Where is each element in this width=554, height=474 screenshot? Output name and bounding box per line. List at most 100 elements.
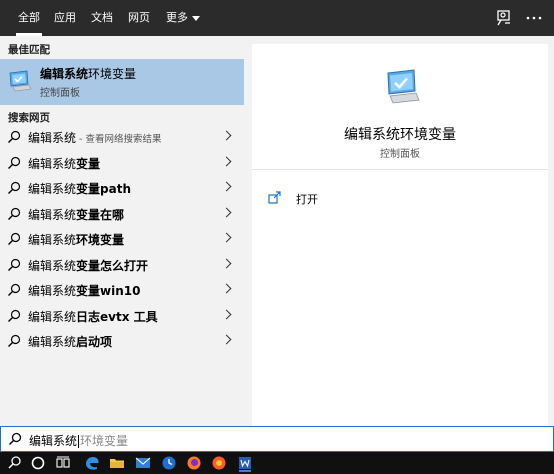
search-query: 编辑系统 环境变量 <box>29 432 128 449</box>
word-icon[interactable] <box>236 454 254 472</box>
results-pane: 最佳匹配 编辑系统环境变量 控制面板 搜索网页 编辑系统 - 查看网络搜索结果编… <box>0 36 244 426</box>
web-suggestion-item[interactable]: 编辑系统变量在哪 <box>0 201 244 227</box>
web-suggestion-item[interactable]: 编辑系统变量 <box>0 150 244 176</box>
text-caret <box>78 435 80 448</box>
suggestion-plain: 编辑系统 <box>28 284 77 298</box>
tab-apps[interactable]: 应用 <box>46 0 84 36</box>
web-suggestion-item[interactable]: 编辑系统变量path <box>0 175 244 201</box>
search-autocomplete: 环境变量 <box>80 434 129 448</box>
monitor-check-icon <box>9 70 32 92</box>
web-suggestion-item[interactable]: 编辑系统启动项 <box>0 328 244 354</box>
monitor-check-icon <box>387 69 420 104</box>
mail-icon[interactable] <box>134 454 152 472</box>
tab-all-label: 全部 <box>18 11 40 24</box>
tab-all[interactable]: 全部 <box>10 0 48 36</box>
search-icon <box>8 181 21 194</box>
firefox-icon[interactable] <box>185 454 203 472</box>
suggestion-bold: 变量怎么打开 <box>76 258 149 273</box>
web-search-heading: 搜索网页 <box>8 112 50 124</box>
chevron-right-icon <box>221 232 232 243</box>
web-suggestion-text: 编辑系统日志evtx 工具 <box>28 308 158 325</box>
suggestion-plain: 编辑系统 <box>28 156 77 171</box>
chevron-right-icon <box>221 156 232 166</box>
suggestion-plain: 编辑系统 <box>28 258 77 273</box>
suggestion-bold: 变量path <box>76 182 131 196</box>
tab-web[interactable]: 网页 <box>120 0 158 36</box>
tab-more-label: 更多 <box>166 11 188 24</box>
web-suggestion-item[interactable]: 编辑系统变量win10 <box>0 277 244 303</box>
suggestion-bold: 启动项 <box>76 335 113 349</box>
suggestion-bold: 变量 <box>76 156 101 171</box>
web-suggestion-item[interactable]: 编辑系统 - 查看网络搜索结果 <box>0 124 244 150</box>
taskbar <box>0 452 554 474</box>
tab-documents[interactable]: 文档 <box>83 0 121 36</box>
search-icon <box>8 309 21 322</box>
chevron-down-icon <box>192 15 200 21</box>
chevron-right-icon <box>221 258 232 268</box>
chevron-right-icon <box>221 283 232 294</box>
preview-title: 编辑系统环境变量 <box>344 127 456 143</box>
web-suggestion-item[interactable]: 编辑系统环境变量 <box>0 226 244 252</box>
chevron-right-icon <box>221 309 232 319</box>
search-icon <box>8 258 21 271</box>
tab-documents-label: 文档 <box>91 11 113 24</box>
web-suggestion-item[interactable]: 编辑系统日志evtx 工具 <box>0 303 244 329</box>
preview-pane: 编辑系统环境变量 控制面板 打开 <box>244 36 554 426</box>
edge-icon[interactable] <box>83 454 101 472</box>
open-action[interactable]: 打开 <box>268 189 388 209</box>
suggestion-plain: 编辑系统 <box>28 309 77 324</box>
preview-header: 编辑系统环境变量 控制面板 <box>252 44 548 170</box>
search-icon <box>8 283 21 296</box>
suggestion-bold: 日志evtx 工具 <box>76 309 158 324</box>
suggestion-plain: 编辑系统 <box>28 131 77 145</box>
cortana-icon[interactable] <box>29 454 47 472</box>
suggestion-plain: 编辑系统 <box>28 182 77 196</box>
web-suggestion-text: 编辑系统变量在哪 <box>28 206 124 223</box>
web-suggestion-list: 编辑系统 - 查看网络搜索结果 编辑系统变量 编辑系统变量path 编辑系统变量在哪编… <box>0 124 244 354</box>
search-icon <box>8 130 21 143</box>
chevron-right-icon <box>221 207 232 217</box>
chevron-right-icon <box>221 130 232 141</box>
firefox-alt-icon[interactable] <box>210 454 228 472</box>
search-icon <box>8 232 21 245</box>
suggestion-bold: 变量在哪 <box>76 207 125 222</box>
search-filter-bar: 全部 应用 文档 网页 更多 <box>0 0 554 36</box>
best-match-item[interactable]: 编辑系统环境变量 控制面板 <box>0 59 244 105</box>
suggestion-plain: 编辑系统 <box>28 207 77 222</box>
web-suggestion-text: 编辑系统 - 查看网络搜索结果 <box>28 129 161 146</box>
web-suggestion-text: 编辑系统变量win10 <box>28 282 140 299</box>
best-match-title-bold: 编辑系统 <box>40 67 89 81</box>
more-options-icon[interactable] <box>524 8 544 28</box>
tab-apps-label: 应用 <box>54 11 76 24</box>
suggestion-bold: 变量win10 <box>76 284 141 298</box>
search-icon <box>8 432 22 446</box>
feedback-icon[interactable] <box>494 8 514 28</box>
best-match-subtitle: 控制面板 <box>40 88 80 99</box>
web-suggestion-text: 编辑系统变量怎么打开 <box>28 257 148 274</box>
web-suggestion-text: 编辑系统变量path <box>28 180 131 197</box>
best-match-title-rest: 环境变量 <box>88 67 137 81</box>
suggestion-plain: 编辑系统 <box>28 335 77 349</box>
suggestion-bold: 环境变量 <box>76 233 125 247</box>
file-explorer-icon[interactable] <box>108 454 126 472</box>
search-typed-text: 编辑系统 <box>29 434 78 448</box>
chevron-right-icon <box>221 181 232 192</box>
search-icon <box>8 156 21 169</box>
suggestion-plain: 编辑系统 <box>28 233 77 247</box>
web-suggestion-text: 编辑系统启动项 <box>28 333 112 350</box>
web-suggestion-text: 编辑系统变量 <box>28 155 100 172</box>
search-icon <box>8 334 21 347</box>
open-action-label: 打开 <box>296 193 318 206</box>
tab-more[interactable]: 更多 <box>158 0 208 36</box>
suggestion-hint: - 查看网络搜索结果 <box>76 134 162 145</box>
clock-app-icon[interactable] <box>160 454 178 472</box>
search-icon[interactable] <box>6 454 24 472</box>
preview-card: 编辑系统环境变量 控制面板 打开 <box>252 44 548 426</box>
best-match-heading: 最佳匹配 <box>8 44 50 56</box>
web-suggestion-text: 编辑系统环境变量 <box>28 231 124 248</box>
chevron-right-icon <box>221 334 232 345</box>
task-view-icon[interactable] <box>54 454 72 472</box>
search-icon <box>8 207 21 220</box>
search-input[interactable]: 编辑系统 环境变量 <box>0 426 554 452</box>
web-suggestion-item[interactable]: 编辑系统变量怎么打开 <box>0 252 244 278</box>
